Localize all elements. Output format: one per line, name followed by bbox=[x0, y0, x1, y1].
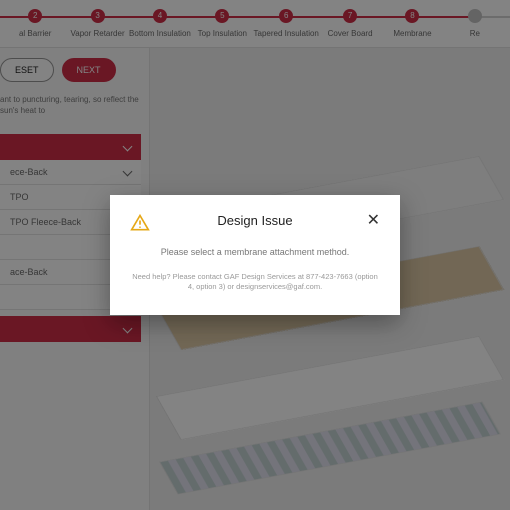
modal-help-text: Need help? Please contact GAF Design Ser… bbox=[130, 272, 380, 293]
close-icon[interactable]: ✕ bbox=[367, 213, 380, 229]
modal-message: Please select a membrane attachment meth… bbox=[130, 246, 380, 260]
modal-overlay: Design Issue ✕ Please select a membrane … bbox=[0, 0, 510, 510]
warning-icon bbox=[130, 213, 150, 238]
modal-title: Design Issue bbox=[217, 213, 292, 228]
design-issue-modal: Design Issue ✕ Please select a membrane … bbox=[110, 195, 400, 315]
